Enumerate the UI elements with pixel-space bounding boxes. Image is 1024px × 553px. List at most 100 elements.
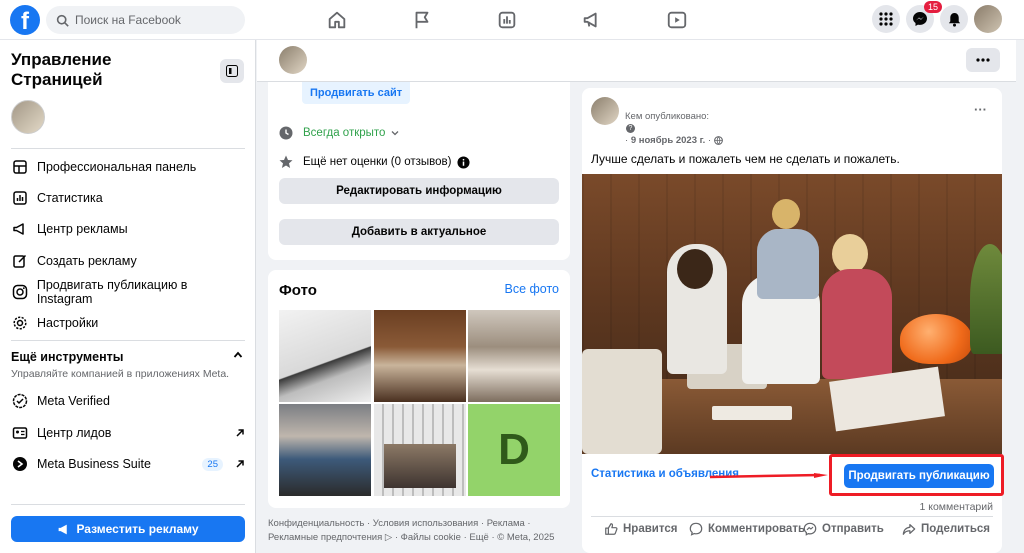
- sidebar-title: Управление Страницей: [11, 50, 112, 89]
- add-featured-button[interactable]: Добавить в актуальное: [279, 219, 559, 245]
- edit-info-button[interactable]: Редактировать информацию: [279, 178, 559, 204]
- sidebar-item-ads-center[interactable]: Центр рекламы: [11, 218, 245, 240]
- info-icon[interactable]: [457, 155, 471, 169]
- scrollbar[interactable]: [1016, 40, 1024, 553]
- comments-count[interactable]: 1 комментарий: [920, 501, 994, 513]
- chevron-up-icon[interactable]: [233, 350, 243, 360]
- business-suite-icon: [11, 455, 29, 473]
- photo-thumbnail[interactable]: D: [468, 404, 560, 496]
- messenger-badge: 15: [924, 1, 943, 13]
- annotation-arrow: [710, 473, 828, 479]
- hours-row[interactable]: Всегда открыто: [279, 126, 399, 140]
- hours-label: Всегда открыто: [303, 127, 386, 139]
- like-button[interactable]: Нравится: [604, 522, 677, 536]
- sidebar-item-professional-dashboard[interactable]: Профессиональная панель: [11, 156, 245, 178]
- video-icon[interactable]: [666, 9, 688, 31]
- panel-collapse-icon: [226, 65, 238, 77]
- count-badge: 25: [202, 457, 223, 471]
- facebook-logo[interactable]: f: [10, 5, 40, 35]
- photo-thumbnail[interactable]: [374, 310, 466, 402]
- comment-button[interactable]: Комментировать: [689, 522, 805, 536]
- sidebar-item-label: Meta Verified: [37, 394, 110, 408]
- photo-thumbnail[interactable]: [279, 310, 371, 402]
- globe-icon: [713, 136, 723, 145]
- sidebar-item-create-ad[interactable]: Создать рекламу: [11, 250, 245, 272]
- help-icon[interactable]: ?: [626, 124, 635, 133]
- clock-icon: [279, 126, 295, 140]
- dashboard-icon: [11, 158, 29, 176]
- sidebar-item-label: Meta Business Suite: [37, 457, 151, 471]
- bell-icon: [948, 12, 960, 27]
- comment-icon: [689, 522, 703, 536]
- sidebar-item-label: Создать рекламу: [37, 254, 137, 268]
- share-icon: [902, 524, 916, 535]
- sidebar-item-business-suite[interactable]: Meta Business Suite 25: [11, 453, 245, 475]
- photo-thumbnail[interactable]: [468, 310, 560, 402]
- more-tools-heading: Ещё инструменты: [11, 350, 124, 364]
- page-avatar[interactable]: [11, 100, 45, 134]
- more-icon: [976, 58, 990, 62]
- page-management-sidebar: Управление Страницей Профессиональная па…: [0, 40, 256, 553]
- search-input[interactable]: Поиск на Facebook: [46, 6, 245, 34]
- photo-thumbnail[interactable]: [374, 404, 466, 496]
- sidebar-item-label: Продвигать публикацию в Instagram: [36, 278, 188, 306]
- post-date-text: 9 ноябрь 2023 г.: [630, 135, 706, 146]
- post-author-avatar[interactable]: [591, 97, 619, 125]
- footer-line[interactable]: Рекламные предпочтения ▷ · Файлы cookie …: [268, 531, 570, 545]
- create-ad-icon: [11, 252, 29, 270]
- sidebar-item-label: Центр лидов: [37, 426, 112, 440]
- menu-grid-button[interactable]: [872, 5, 900, 33]
- ads-center-icon: [11, 220, 29, 238]
- messenger-icon: [913, 12, 927, 26]
- grid-icon: [879, 12, 893, 26]
- comment-label: Комментировать: [708, 523, 806, 535]
- page-avatar[interactable]: [279, 46, 307, 74]
- leads-icon: [11, 424, 29, 442]
- sidebar-item-label: Центр рекламы: [37, 222, 128, 236]
- sidebar-item-leads-center[interactable]: Центр лидов: [11, 422, 245, 444]
- insights-icon: [11, 189, 29, 207]
- page-header: [257, 40, 1024, 82]
- external-link-icon: [236, 429, 244, 437]
- external-link-icon: [236, 460, 244, 468]
- sidebar-item-insights[interactable]: Статистика: [11, 187, 245, 209]
- send-button[interactable]: Отправить: [803, 522, 884, 536]
- rating-label: Ещё нет оценки (0 отзывов): [303, 156, 452, 168]
- sidebar-item-settings[interactable]: Настройки: [11, 312, 245, 334]
- messenger-icon: [803, 522, 817, 536]
- account-avatar[interactable]: [974, 5, 1002, 33]
- rating-row: Ещё нет оценки (0 отзывов): [279, 155, 471, 169]
- share-button[interactable]: Поделиться: [902, 522, 990, 536]
- all-photos-link[interactable]: Все фото: [504, 282, 559, 296]
- megaphone-icon[interactable]: [581, 9, 603, 31]
- gear-icon: [11, 314, 29, 332]
- footer-links: Конфиденциальность · Условия использован…: [268, 517, 570, 545]
- more-options-button[interactable]: [966, 48, 1000, 72]
- sidebar-item-label: Профессиональная панель: [37, 160, 197, 174]
- top-bar: f Поиск на Facebook 15: [0, 0, 1024, 40]
- place-ad-button[interactable]: Разместить рекламу: [11, 516, 245, 542]
- sidebar-item-instagram-boost[interactable]: Продвигать публикацию в Instagram: [11, 278, 245, 306]
- footer-line[interactable]: Конфиденциальность · Условия использован…: [268, 517, 570, 531]
- star-icon: [279, 155, 295, 169]
- home-icon[interactable]: [326, 9, 348, 31]
- post-more-button[interactable]: ···: [974, 102, 987, 117]
- post-text: Лучше сделать и пожалеть чем не сделать …: [591, 152, 900, 166]
- sidebar-item-label: Настройки: [37, 316, 99, 330]
- flag-icon[interactable]: [411, 9, 433, 31]
- search-placeholder: Поиск на Facebook: [75, 13, 181, 27]
- collapse-sidebar-button[interactable]: [220, 59, 244, 83]
- sidebar-item-meta-verified[interactable]: Meta Verified: [11, 390, 245, 412]
- promote-site-button[interactable]: Продвигать сайт: [302, 82, 411, 104]
- post-date[interactable]: · 9 ноябрь 2023 г. ·: [625, 135, 723, 146]
- post-photo[interactable]: [582, 174, 1002, 454]
- place-ad-label: Разместить рекламу: [76, 522, 199, 536]
- notifications-button[interactable]: [940, 5, 968, 33]
- megaphone-icon: [59, 524, 68, 534]
- annotation-highlight-box: [829, 454, 1004, 496]
- thumbs-up-icon: [605, 523, 618, 535]
- analytics-icon[interactable]: [496, 9, 518, 31]
- letter-tile: D: [498, 425, 530, 474]
- photo-thumbnail[interactable]: [279, 404, 371, 496]
- share-label: Поделиться: [921, 523, 991, 535]
